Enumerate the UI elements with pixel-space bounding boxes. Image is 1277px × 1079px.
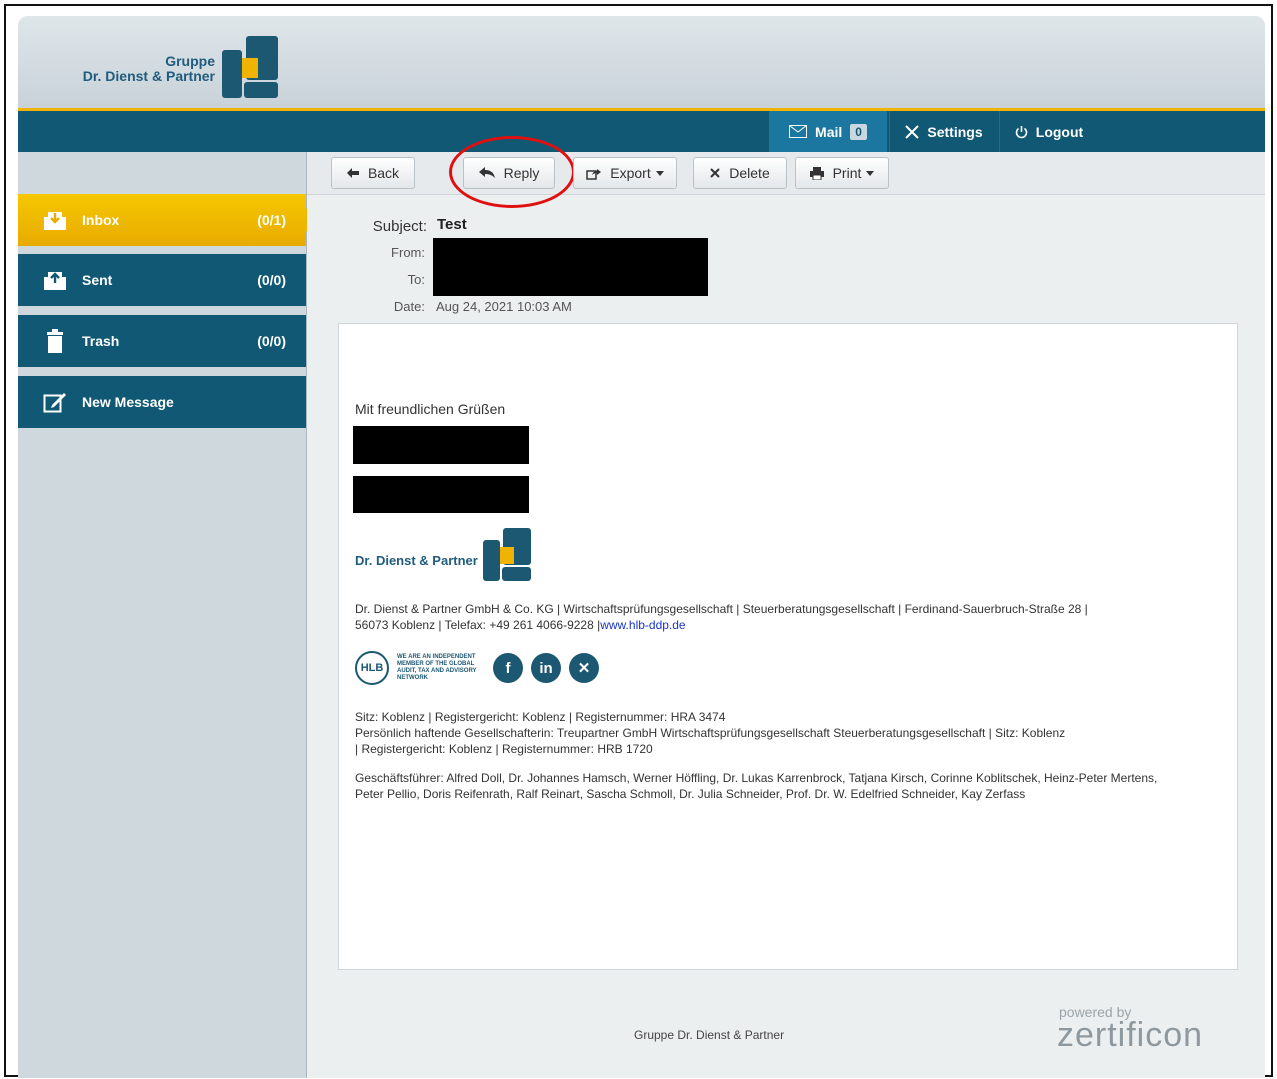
delete-button[interactable]: Delete xyxy=(693,157,787,189)
directors-line-2: Peter Pellio, Doris Reifenrath, Ralf Rei… xyxy=(355,787,1026,801)
registration-line-3: | Registergericht: Koblenz | Registernum… xyxy=(355,742,653,756)
linkedin-icon[interactable]: in xyxy=(531,653,561,683)
back-button[interactable]: Back xyxy=(331,157,415,189)
outbox-icon xyxy=(38,265,72,295)
signature-logo-text: Dr. Dienst & Partner xyxy=(355,553,478,568)
sidebar-item-count: (0/0) xyxy=(257,272,286,288)
sidebar-item-label: New Message xyxy=(82,394,174,410)
nav-settings[interactable]: Settings xyxy=(889,111,998,152)
website-link[interactable]: www.hlb-ddp.de xyxy=(600,618,685,632)
power-icon xyxy=(1015,125,1028,138)
sidebar-item-count: (0/1) xyxy=(257,212,286,228)
xing-icon[interactable]: ✕ xyxy=(569,653,599,683)
nav-logout-label: Logout xyxy=(1035,123,1084,140)
tools-icon xyxy=(905,124,920,139)
sidebar-item-new-message[interactable]: New Message xyxy=(18,376,306,428)
envelope-icon xyxy=(789,125,808,138)
brand-line-1: Gruppe xyxy=(165,53,215,69)
share-icon xyxy=(586,168,602,180)
top-navbar: Mail 0 Settings Logout xyxy=(18,111,1265,152)
print-button[interactable]: Print xyxy=(795,157,889,189)
export-label: Export xyxy=(610,165,651,181)
sidebar-item-label: Trash xyxy=(82,333,120,349)
back-label: Back xyxy=(367,165,400,181)
message-body: Mit freundlichen Grüßen Dr. Dienst & Par… xyxy=(338,323,1238,970)
message-toolbar: Back Reply Export Delete Print xyxy=(307,136,1265,208)
redacted-sender-title xyxy=(353,476,529,513)
registration-line-2: Persönlich haftende Gesellschafterin: Tr… xyxy=(355,726,1066,740)
sidebar-item-label: Sent xyxy=(82,272,113,288)
social-links: HLB WE ARE AN INDEPENDENT MEMBER OF THE … xyxy=(355,651,599,685)
sidebar-item-inbox[interactable]: Inbox (0/1) xyxy=(18,194,316,246)
hlb-badge: HLB xyxy=(355,651,389,685)
managing-directors: Geschäftsführer: Alfred Doll, Dr. Johann… xyxy=(355,770,1225,802)
message-view: Back Reply Export Delete Print Subject: … xyxy=(307,136,1265,1078)
hlb-network-text: WE ARE AN INDEPENDENT MEMBER OF THE GLOB… xyxy=(397,654,477,681)
sidebar-item-trash[interactable]: Trash (0/0) xyxy=(18,315,306,367)
subject-label: Subject: xyxy=(372,218,427,235)
from-label: From: xyxy=(391,245,425,260)
directors-line-1: Geschäftsführer: Alfred Doll, Dr. Johann… xyxy=(355,771,1158,785)
export-button[interactable]: Export xyxy=(573,157,677,189)
printer-icon xyxy=(809,166,824,180)
app-window: Gruppe Dr. Dienst & Partner Mail 0 Setti… xyxy=(18,16,1265,1078)
close-icon xyxy=(710,168,720,178)
trash-icon xyxy=(38,326,72,356)
sidebar: Inbox (0/1) Sent (0/0) Trash (0/0) New M… xyxy=(18,152,316,1078)
redacted-from-to xyxy=(433,238,708,296)
vendor-logo: zertificon xyxy=(1057,1016,1204,1054)
caret-down-icon xyxy=(866,170,875,176)
brand-line-2: Dr. Dienst & Partner xyxy=(82,68,215,84)
nav-mail-label: Mail xyxy=(815,123,843,140)
registration-line-1: Sitz: Koblenz | Registergericht: Koblenz… xyxy=(355,710,726,724)
brand-logo-text: Gruppe Dr. Dienst & Partner xyxy=(83,54,215,84)
to-label: To: xyxy=(407,272,425,287)
annotation-circle xyxy=(449,136,575,208)
greeting-text: Mit freundlichen Grüßen xyxy=(355,401,506,417)
arrow-left-icon xyxy=(346,168,359,178)
company-line-2: 56073 Koblenz | Telefax: +49 261 4066-92… xyxy=(355,618,601,632)
footer-text: Gruppe Dr. Dienst & Partner xyxy=(634,1028,785,1042)
company-line-1: Dr. Dienst & Partner GmbH & Co. KG | Wir… xyxy=(355,602,1088,616)
subject-value: Test xyxy=(437,216,467,233)
brand-logo-icon xyxy=(222,36,278,98)
registration-info: Sitz: Koblenz | Registergericht: Koblenz… xyxy=(355,709,1225,757)
redacted-sender-name xyxy=(353,426,529,464)
mail-count-badge: 0 xyxy=(850,123,867,140)
print-label: Print xyxy=(832,165,862,181)
date-value: Aug 24, 2021 10:03 AM xyxy=(436,299,572,314)
delete-label: Delete xyxy=(729,165,770,181)
sidebar-item-count: (0/0) xyxy=(257,333,286,349)
brand-bar: Gruppe Dr. Dienst & Partner xyxy=(18,16,1265,111)
company-info: Dr. Dienst & Partner GmbH & Co. KG | Wir… xyxy=(355,601,1225,633)
sidebar-item-label: Inbox xyxy=(82,212,120,228)
signature-logo-icon xyxy=(483,528,531,581)
caret-down-icon xyxy=(655,170,664,176)
facebook-icon[interactable]: f xyxy=(493,653,523,683)
sidebar-item-sent[interactable]: Sent (0/0) xyxy=(18,254,306,306)
nav-logout[interactable]: Logout xyxy=(999,111,1098,152)
inbox-icon xyxy=(38,205,72,235)
nav-mail[interactable]: Mail 0 xyxy=(769,111,887,152)
nav-settings-label: Settings xyxy=(927,123,983,140)
date-label: Date: xyxy=(393,299,425,314)
compose-icon xyxy=(38,387,72,417)
